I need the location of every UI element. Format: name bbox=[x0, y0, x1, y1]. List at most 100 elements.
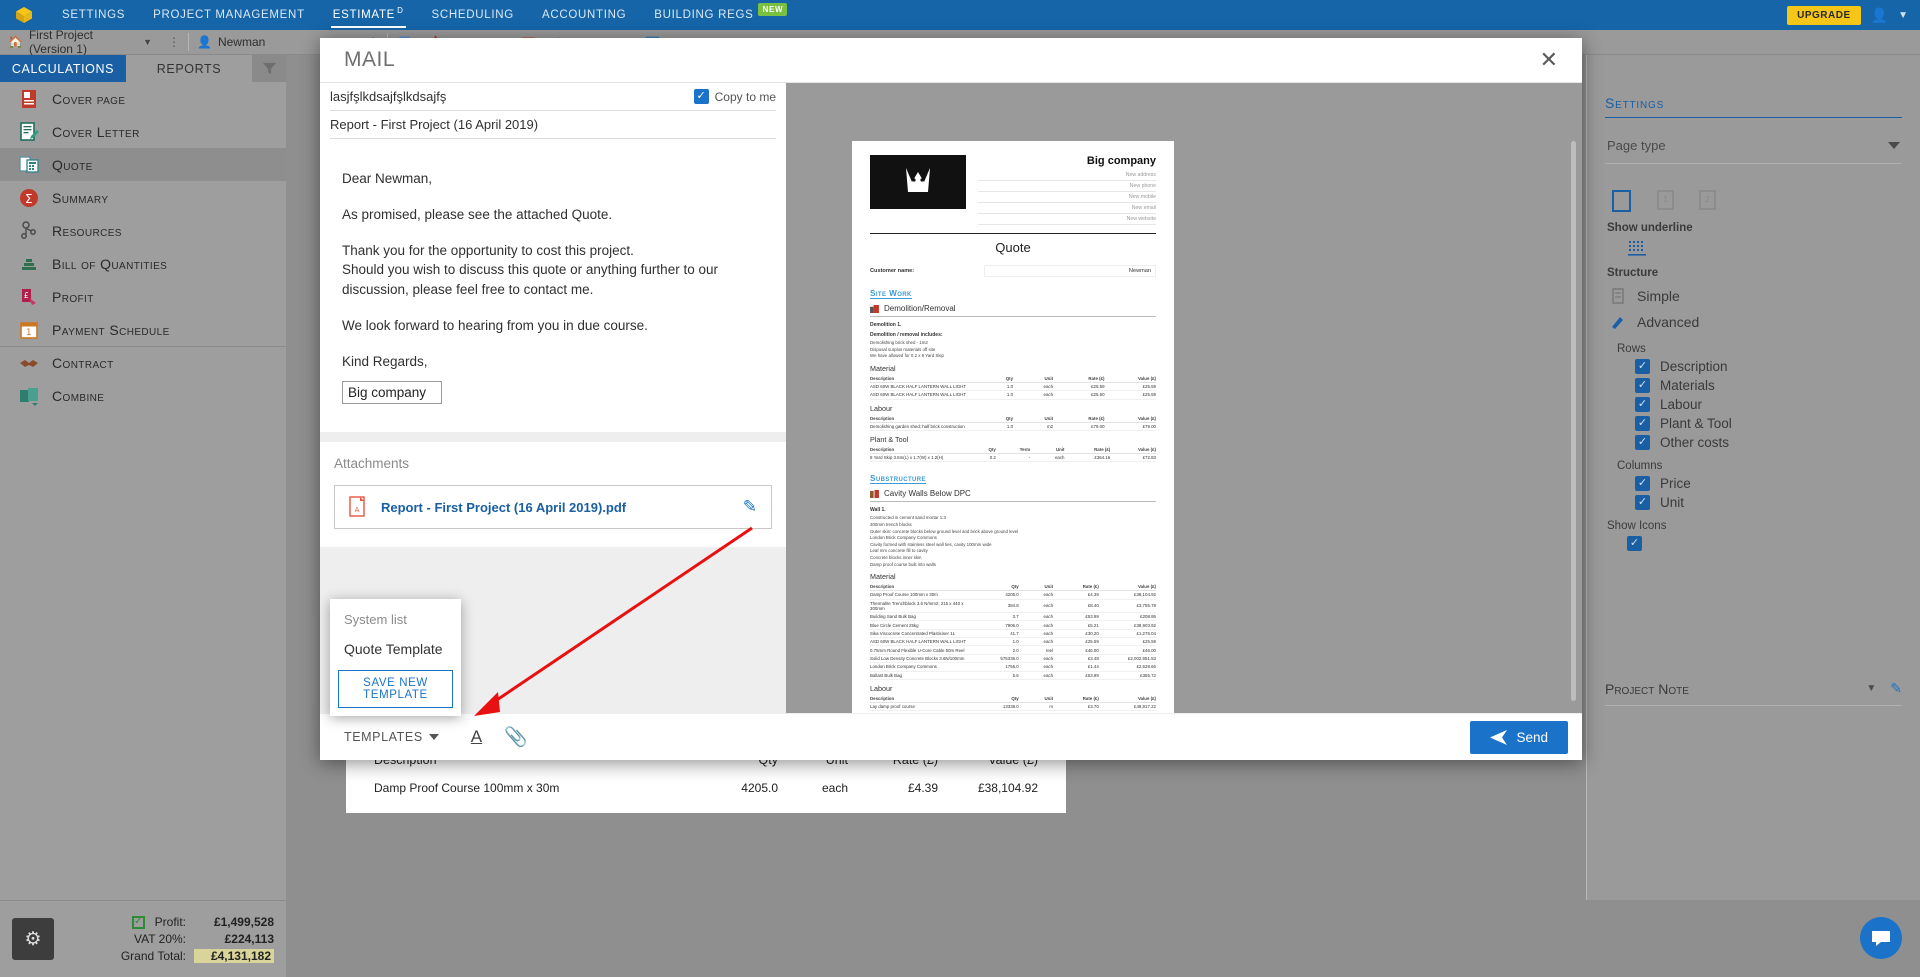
user-account-icon[interactable]: 👤 bbox=[1871, 7, 1888, 24]
upgrade-button[interactable]: UPGRADE bbox=[1787, 5, 1861, 25]
underline-option[interactable] bbox=[1605, 238, 1902, 263]
sidebar-item-resources[interactable]: Resources bbox=[0, 214, 286, 247]
column-toggle-unit[interactable]: ✓ Unit bbox=[1605, 493, 1902, 512]
cell-value: £355.72 bbox=[1098, 671, 1156, 680]
pencil-icon[interactable]: ✎ bbox=[743, 497, 757, 517]
sidebar-item-label: Cover Letter bbox=[52, 123, 140, 140]
cell-term: - bbox=[995, 453, 1031, 463]
structure-mode-simple[interactable]: Simple bbox=[1605, 283, 1902, 309]
cell-description: London Brick Company Commons bbox=[870, 662, 973, 672]
row-toggle-labour[interactable]: ✓ Labour bbox=[1605, 395, 1902, 414]
cell-unit: m bbox=[1018, 702, 1054, 712]
pdf-file-icon: A bbox=[349, 496, 365, 517]
checkbox-checked-icon[interactable]: ✓ bbox=[131, 915, 145, 929]
project-selector[interactable]: 🏠 First Project (Version 1) ▼ bbox=[0, 28, 160, 56]
templates-button[interactable]: TEMPLATES bbox=[334, 724, 449, 750]
preview-table-substructure-labour: Description Qty Unit Rate (£) Value (£) … bbox=[870, 694, 1156, 713]
cell-unit: each bbox=[1018, 590, 1054, 600]
close-icon[interactable]: ✕ bbox=[1534, 47, 1564, 73]
tab-reports[interactable]: REPORTS bbox=[126, 55, 252, 82]
page-type-select[interactable]: Page type bbox=[1605, 132, 1902, 164]
sidebar-item-bill-of-quantities[interactable]: Bill of Quantities bbox=[0, 247, 286, 280]
page-one-icon[interactable]: 1 bbox=[1651, 188, 1677, 214]
cell-rate: £46.00 bbox=[1053, 645, 1099, 655]
advanced-icon bbox=[1612, 317, 1623, 329]
table-header-row: Description Qty Term Unit Rate (£) Value… bbox=[870, 445, 1156, 454]
sidebar-item-summary[interactable]: Σ Summary bbox=[0, 181, 286, 214]
row-toggle-plant-tool[interactable]: ✓ Plant & Tool bbox=[1605, 414, 1902, 433]
chevron-down-icon[interactable]: ▼ bbox=[1898, 10, 1908, 21]
nav-item-building-regs[interactable]: BUILDING REGS NEW bbox=[640, 0, 801, 30]
project-note-section[interactable]: Project Note ▼ ✎ bbox=[1605, 680, 1902, 706]
list-item: Concrete blocks inner skin bbox=[870, 554, 922, 560]
filter-icon[interactable] bbox=[252, 55, 286, 82]
preview-scrollbar[interactable] bbox=[1571, 141, 1576, 701]
cell-description: Damp Proof Course 100mm x 30m bbox=[374, 781, 560, 795]
page-single-icon[interactable] bbox=[1609, 188, 1635, 214]
checkbox-checked-icon: ✓ bbox=[1635, 416, 1650, 431]
nav-item-project-management[interactable]: PROJECT MANAGEMENT bbox=[139, 0, 319, 30]
underline-grid-icon bbox=[1628, 241, 1646, 256]
attachment-row[interactable]: A Report - First Project (16 April 2019)… bbox=[334, 485, 772, 530]
list-item: We have allowed for 0.2 x 8 Yard Skip bbox=[870, 353, 944, 359]
tab-calculations[interactable]: CALCULATIONS bbox=[0, 55, 126, 82]
mail-dialog: MAIL ✕ ✓ Copy to me bbox=[320, 38, 1582, 760]
cell-value: £2,528.66 bbox=[1098, 662, 1156, 672]
page-two-icon[interactable]: 2 bbox=[1693, 188, 1719, 214]
paperclip-icon[interactable]: 📎 bbox=[504, 725, 528, 749]
preview-scroll-area[interactable]: Big company New address New phone New mo… bbox=[786, 83, 1582, 713]
cell-rate: £30.20 bbox=[1053, 629, 1099, 639]
sidebar-item-payment-schedule[interactable]: 1 Payment Schedule bbox=[0, 313, 286, 346]
cell-rate: £8.40 bbox=[1053, 599, 1099, 613]
cell-unit: each bbox=[1030, 453, 1065, 463]
chat-support-button[interactable] bbox=[1860, 917, 1902, 959]
text-format-icon[interactable]: A bbox=[471, 727, 482, 747]
signature-input[interactable] bbox=[342, 381, 442, 405]
cell-value: £38,104.92 bbox=[1098, 590, 1156, 600]
sidebar-item-cover-letter[interactable]: Cover Letter bbox=[0, 115, 286, 148]
app-logo[interactable]: ▪ bbox=[0, 0, 48, 30]
nav-item-accounting[interactable]: ACCOUNTING bbox=[528, 0, 640, 30]
pencil-icon[interactable]: ✎ bbox=[1890, 680, 1902, 697]
sidebar-item-profit[interactable]: £ Profit bbox=[0, 280, 286, 313]
row-toggle-materials[interactable]: ✓ Materials bbox=[1605, 376, 1902, 395]
copy-to-me-toggle[interactable]: ✓ Copy to me bbox=[686, 89, 776, 104]
cell-qty: 1.0 bbox=[967, 390, 1014, 400]
resources-icon bbox=[21, 220, 36, 239]
topnav-right-group: UPGRADE 👤 ▼ bbox=[1787, 5, 1920, 25]
col-value: Value (£) bbox=[1104, 414, 1156, 423]
sidebar-item-quote[interactable]: Quote bbox=[0, 148, 286, 181]
attachments-panel: Attachments A Report - First Project (16… bbox=[320, 442, 786, 548]
sidebar-item-contract[interactable]: Contract bbox=[0, 346, 286, 379]
sidebar-item-combine[interactable]: Combine bbox=[0, 379, 286, 412]
sidebar-item-cover-page[interactable]: Cover page bbox=[0, 82, 286, 115]
payment-schedule-icon: 1 bbox=[20, 321, 38, 339]
attachment-name[interactable]: Report - First Project (16 April 2019).p… bbox=[381, 500, 729, 515]
column-toggle-price[interactable]: ✓ Price bbox=[1605, 474, 1902, 493]
save-new-template-button[interactable]: SAVE NEW TEMPLATE bbox=[338, 670, 453, 708]
mail-body-editor[interactable]: Dear Newman, As promised, please see the… bbox=[330, 153, 776, 371]
template-option-quote-template[interactable]: Quote Template bbox=[330, 634, 461, 664]
nav-superscript: D bbox=[397, 5, 404, 15]
row-toggle-other-costs[interactable]: ✓ Other costs bbox=[1605, 433, 1902, 452]
chevron-down-icon[interactable]: ▼ bbox=[1866, 683, 1876, 694]
show-icons-toggle[interactable]: ✓ bbox=[1605, 534, 1902, 551]
settings-gears-icon[interactable]: ⚙ bbox=[12, 918, 54, 960]
project-menu-button[interactable]: ⋮ bbox=[160, 30, 188, 55]
send-button[interactable]: Send bbox=[1470, 720, 1568, 754]
subject-input[interactable] bbox=[330, 117, 776, 132]
nav-item-scheduling[interactable]: SCHEDULING bbox=[418, 0, 528, 30]
cell-description: ASD 60W BLACK HALF LANTERN WALL LIGHT bbox=[870, 382, 968, 392]
structure-mode-advanced[interactable]: Advanced bbox=[1605, 309, 1902, 335]
row-toggle-description[interactable]: ✓ Description bbox=[1605, 357, 1902, 376]
col-unit: Unit bbox=[1030, 445, 1065, 454]
nav-label: ACCOUNTING bbox=[541, 9, 627, 21]
summary-sigma-icon: Σ bbox=[20, 188, 38, 207]
table-row: ASD 60W BLACK HALF LANTERN WALL LIGHT 1.… bbox=[870, 390, 1156, 400]
nav-item-estimate[interactable]: ESTIMATE D bbox=[319, 0, 418, 30]
col-value: Value (£) bbox=[1104, 374, 1156, 383]
cell-value: £38,903.92 bbox=[1098, 620, 1156, 630]
company-details: Big company New address New phone New mo… bbox=[966, 155, 1156, 225]
nav-item-settings[interactable]: SETTINGS bbox=[48, 0, 139, 30]
recipient-input[interactable] bbox=[330, 89, 686, 104]
